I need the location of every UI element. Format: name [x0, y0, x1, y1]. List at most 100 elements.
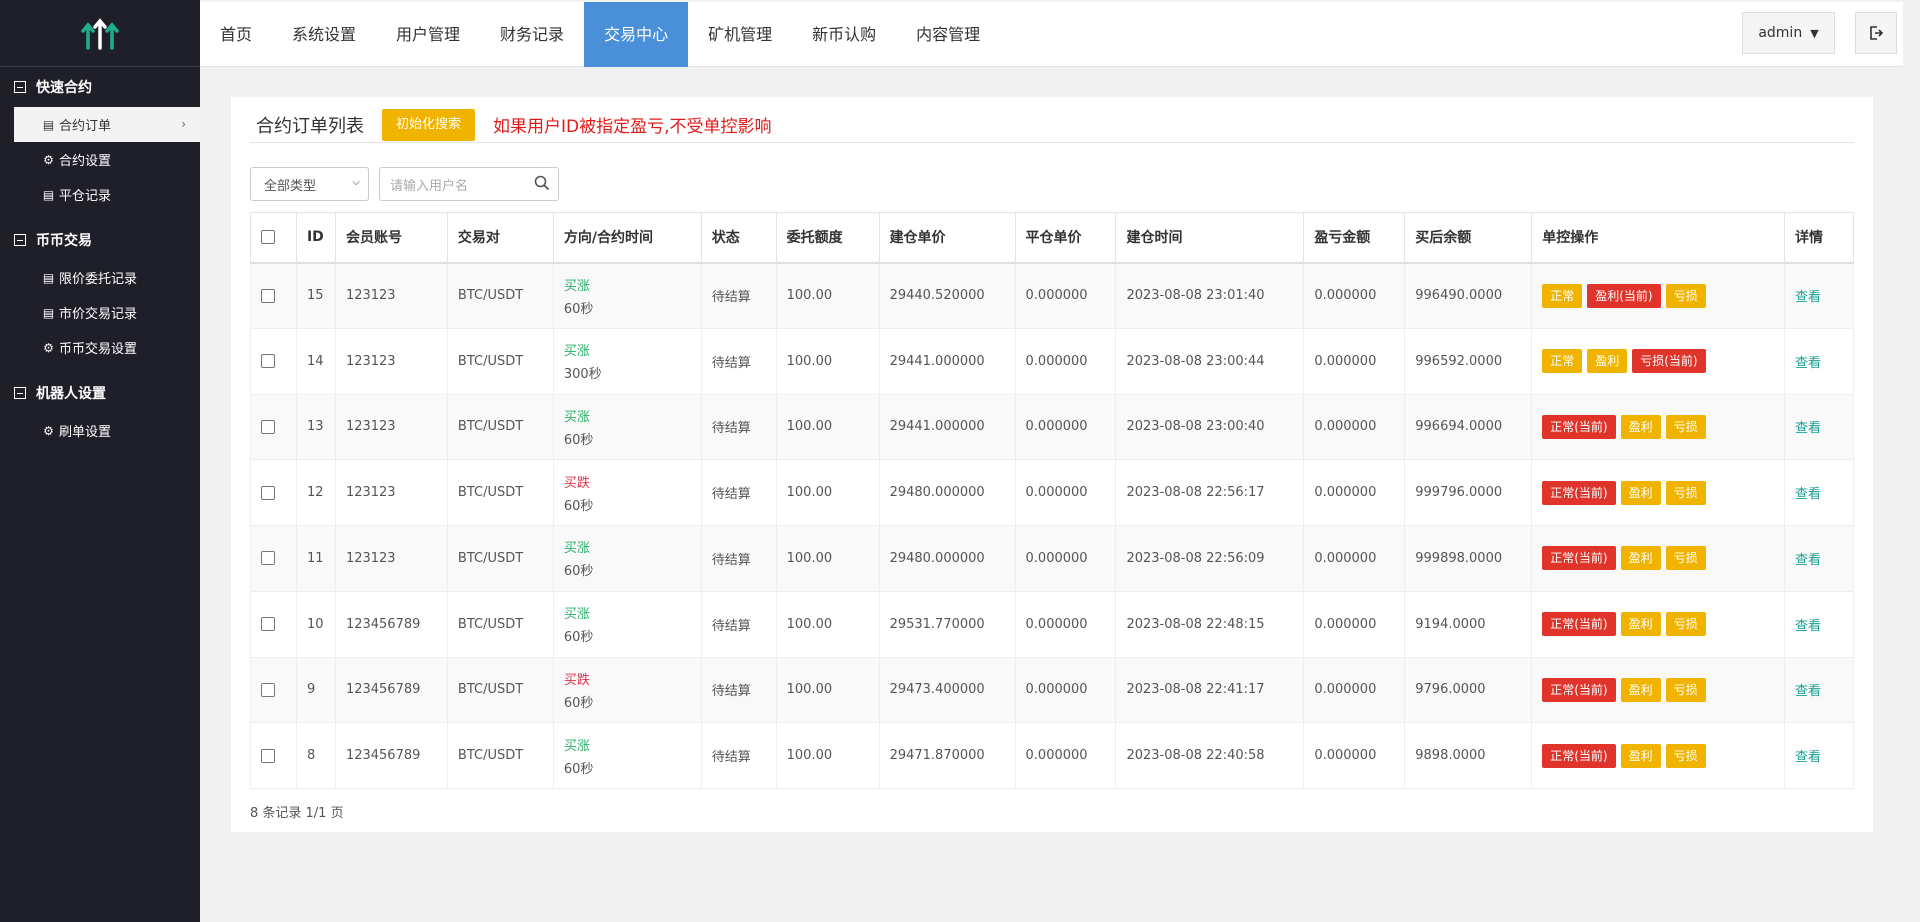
- row-checkbox[interactable]: [261, 551, 275, 566]
- contract-period: 60秒: [563, 564, 594, 580]
- direction-label: 买涨: [563, 738, 590, 754]
- nav-tab[interactable]: 财务记录: [480, 2, 584, 67]
- row-checkbox[interactable]: [261, 419, 275, 434]
- balance-cell: 9898.0000: [1404, 722, 1533, 789]
- control-op-button[interactable]: 正常(当前): [1542, 546, 1616, 571]
- account-cell: 123123: [334, 525, 448, 592]
- control-op-button[interactable]: 正常(当前): [1542, 480, 1616, 505]
- nav-tab[interactable]: 交易中心: [584, 2, 689, 67]
- control-op-button[interactable]: 盈利: [1620, 480, 1661, 505]
- control-op-button[interactable]: 亏损: [1665, 480, 1706, 505]
- sidebar-menu: 快速合约 ▤ 合约订单 › ⚙ 合约设置 ▤ 平仓记录币币交易 ▤ 限价委托记录 ▤ 市价交易记录 ⚙ 币…: [0, 67, 200, 448]
- control-op-button[interactable]: 亏损: [1665, 677, 1706, 702]
- close-price-cell: 0.000000: [1014, 393, 1117, 461]
- sidebar-item[interactable]: ▤ 合约订单 ›: [14, 107, 200, 142]
- control-op-button[interactable]: 亏损: [1665, 414, 1706, 439]
- table-row: 12 123123 BTC/USDT 买跌 60秒 待结算 100.00 29480.0000…: [250, 459, 1855, 526]
- status-cell: 待结算: [700, 393, 777, 461]
- view-detail-link[interactable]: 查看: [1795, 421, 1821, 436]
- row-checkbox[interactable]: [261, 288, 275, 303]
- view-detail-link[interactable]: 查看: [1795, 619, 1821, 634]
- select-all-checkbox[interactable]: [261, 230, 275, 245]
- top-nav-bar: 首页 系统设置 用户管理 财务记录 交易中心 矿机管理 新币认购 内容管理 admin ▼: [200, 0, 1920, 69]
- column-header: 方向/合约时间: [552, 212, 702, 264]
- account-cell: 123123: [334, 262, 448, 329]
- control-op-button[interactable]: 盈利: [1587, 349, 1628, 374]
- sidebar-item[interactable]: ▤ 平仓记录: [0, 177, 200, 212]
- row-checkbox[interactable]: [261, 485, 275, 500]
- column-header: 状态: [700, 212, 777, 264]
- control-op-button[interactable]: 亏损: [1665, 546, 1706, 571]
- nav-tabs: 首页 系统设置 用户管理 财务记录 交易中心 矿机管理 新币认购 内容管理: [200, 2, 1920, 67]
- sidebar-item[interactable]: ⚙ 刷单设置: [0, 413, 200, 448]
- amount-cell: 100.00: [775, 262, 880, 329]
- contract-orders-panel: 合约订单列表 初始化搜索 如果用户ID被指定盈亏,不受单控影响 全部类型 ⌵ 请…: [231, 97, 1873, 832]
- control-op-button[interactable]: 正常: [1542, 349, 1583, 374]
- row-checkbox[interactable]: [261, 354, 275, 369]
- control-op-button[interactable]: 正常(当前): [1542, 414, 1616, 439]
- menu-group-title[interactable]: 币币交易: [0, 220, 200, 260]
- account-cell: 123456789: [334, 722, 448, 789]
- control-op-button[interactable]: 盈利(当前): [1587, 283, 1661, 308]
- view-detail-link[interactable]: 查看: [1795, 487, 1821, 502]
- control-op-button[interactable]: 正常(当前): [1542, 743, 1616, 768]
- menu-group-title[interactable]: 快速合约: [0, 67, 200, 107]
- row-checkbox[interactable]: [261, 617, 275, 632]
- nav-tab[interactable]: 矿机管理: [688, 2, 792, 67]
- id-cell: 13: [295, 393, 336, 461]
- control-op-button[interactable]: 盈利: [1620, 414, 1661, 439]
- user-menu-button[interactable]: admin ▼: [1742, 12, 1835, 54]
- control-op-button[interactable]: 亏损(当前): [1632, 349, 1706, 374]
- caret-down-icon: ▼: [1810, 26, 1819, 40]
- control-op-button[interactable]: 盈利: [1620, 677, 1661, 702]
- row-checkbox[interactable]: [261, 682, 275, 697]
- search-icon[interactable]: [534, 175, 550, 191]
- pnl-cell: 0.000000: [1303, 656, 1406, 724]
- control-op-button[interactable]: 亏损: [1665, 283, 1706, 308]
- view-detail-link[interactable]: 查看: [1795, 290, 1821, 305]
- pnl-cell: 0.000000: [1303, 262, 1406, 329]
- nav-tab[interactable]: 用户管理: [376, 2, 480, 67]
- control-op-button[interactable]: 正常(当前): [1542, 612, 1616, 637]
- sidebar-item[interactable]: ▤ 限价委托记录: [0, 260, 200, 295]
- control-op-button[interactable]: 亏损: [1665, 743, 1706, 768]
- sidebar-item[interactable]: ⚙ 币币交易设置: [0, 330, 200, 365]
- nav-tab[interactable]: 首页: [200, 2, 272, 67]
- username-search-input[interactable]: 请输入用户名: [379, 167, 559, 201]
- control-op-button[interactable]: 正常(当前): [1542, 677, 1616, 702]
- init-search-button[interactable]: 初始化搜索: [382, 108, 476, 141]
- balance-cell: 996592.0000: [1404, 327, 1533, 395]
- open-time-cell: 2023-08-08 22:56:17: [1115, 459, 1305, 526]
- column-header: 委托额度: [775, 212, 880, 264]
- logo[interactable]: [0, 0, 200, 67]
- control-op-button[interactable]: 正常: [1542, 283, 1583, 308]
- row-checkbox[interactable]: [261, 748, 275, 763]
- collapse-icon: [14, 234, 26, 246]
- control-op-button[interactable]: 亏损: [1665, 612, 1706, 637]
- nav-tab[interactable]: 系统设置: [272, 2, 376, 67]
- balance-cell: 996694.0000: [1404, 393, 1533, 461]
- pnl-cell: 0.000000: [1303, 722, 1406, 789]
- type-select[interactable]: 全部类型 ⌵: [250, 167, 369, 201]
- filter-bar: 全部类型 ⌵ 请输入用户名: [250, 167, 559, 201]
- nav-tab[interactable]: 内容管理: [896, 2, 1000, 67]
- column-header: 平仓单价: [1014, 212, 1117, 264]
- logout-button[interactable]: [1855, 12, 1897, 54]
- control-op-button[interactable]: 盈利: [1620, 743, 1661, 768]
- view-detail-link[interactable]: 查看: [1795, 684, 1821, 699]
- control-ops-cell: 正常 盈利(当前) 亏损: [1531, 262, 1785, 329]
- direction-label: 买涨: [563, 541, 590, 557]
- view-detail-link[interactable]: 查看: [1795, 750, 1821, 765]
- nav-tab[interactable]: 新币认购: [792, 2, 896, 67]
- page-scrollbar[interactable]: [1903, 2, 1920, 69]
- menu-group-title[interactable]: 机器人设置: [0, 373, 200, 413]
- pair-cell: BTC/USDT: [446, 459, 554, 526]
- control-op-button[interactable]: 盈利: [1620, 546, 1661, 571]
- amount-cell: 100.00: [775, 656, 880, 724]
- view-detail-link[interactable]: 查看: [1795, 553, 1821, 568]
- sidebar-item[interactable]: ▤ 市价交易记录: [0, 295, 200, 330]
- collapse-icon: [14, 387, 26, 399]
- sidebar-item[interactable]: ⚙ 合约设置: [0, 142, 200, 177]
- control-op-button[interactable]: 盈利: [1620, 612, 1661, 637]
- view-detail-link[interactable]: 查看: [1795, 356, 1821, 371]
